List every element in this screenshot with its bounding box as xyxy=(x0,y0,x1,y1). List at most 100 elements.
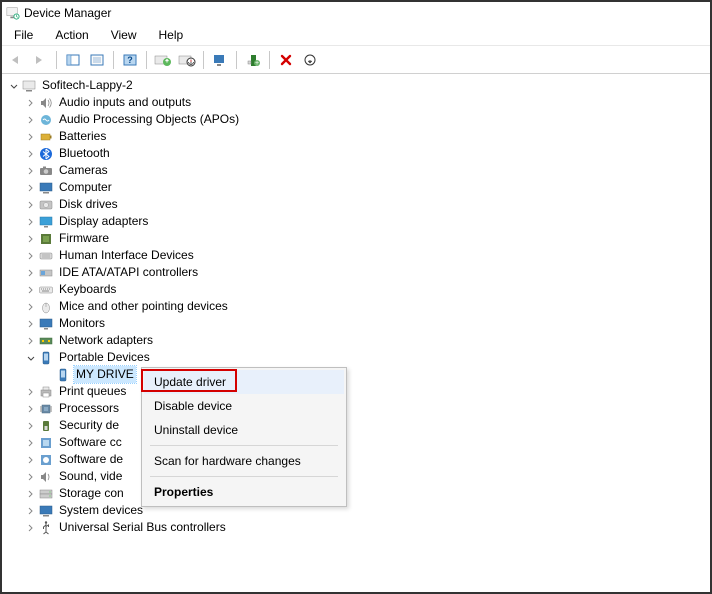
tree-node-battery[interactable]: Batteries xyxy=(8,128,710,145)
chevron-right-icon[interactable] xyxy=(25,165,37,177)
tree-node-label: MY DRIVE xyxy=(74,366,136,383)
storage-icon xyxy=(38,486,54,502)
ctx-scan-hardware[interactable]: Scan for hardware changes xyxy=(144,449,344,473)
chevron-right-icon[interactable] xyxy=(25,403,37,415)
tree-node-display[interactable]: Display adapters xyxy=(8,213,710,230)
chevron-down-icon[interactable] xyxy=(25,352,37,364)
toolbar: ? + xyxy=(2,46,710,74)
device-tree[interactable]: Sofitech-Lappy-2Audio inputs and outputs… xyxy=(2,74,710,536)
forward-button[interactable] xyxy=(28,49,52,71)
camera-icon xyxy=(38,163,54,179)
chevron-right-icon[interactable] xyxy=(25,199,37,211)
chevron-right-icon[interactable] xyxy=(25,131,37,143)
tree-node-apo[interactable]: Audio Processing Objects (APOs) xyxy=(8,111,710,128)
chevron-right-icon[interactable] xyxy=(25,250,37,262)
chevron-right-icon[interactable] xyxy=(25,267,37,279)
chevron-right-icon[interactable] xyxy=(25,318,37,330)
properties-button[interactable] xyxy=(85,49,109,71)
tree-node-keyboard[interactable]: Keyboards xyxy=(8,281,710,298)
chevron-right-icon[interactable] xyxy=(25,505,37,517)
tree-node-firmware[interactable]: Firmware xyxy=(8,230,710,247)
chevron-right-icon[interactable] xyxy=(25,182,37,194)
chevron-right-icon[interactable] xyxy=(25,301,37,313)
ctx-properties[interactable]: Properties xyxy=(144,480,344,504)
tree-node-label: Sound, vide xyxy=(57,468,124,485)
tree-node-cpu[interactable]: Processors xyxy=(8,400,710,417)
tree-node-usb[interactable]: Universal Serial Bus controllers xyxy=(8,519,710,536)
toolbar-separator xyxy=(269,51,270,69)
menu-action[interactable]: Action xyxy=(45,26,98,44)
tree-node-security[interactable]: Security de xyxy=(8,417,710,434)
toolbar-separator xyxy=(56,51,57,69)
ctx-disable-device[interactable]: Disable device xyxy=(144,394,344,418)
tree-node-hid[interactable]: Human Interface Devices xyxy=(8,247,710,264)
tree-node-storage[interactable]: Storage con xyxy=(8,485,710,502)
menu-help[interactable]: Help xyxy=(149,26,194,44)
usb-icon xyxy=(38,520,54,536)
ctx-update-driver[interactable]: Update driver xyxy=(144,370,344,394)
disable-device-button[interactable] xyxy=(175,49,199,71)
chevron-right-icon[interactable] xyxy=(25,437,37,449)
monitor-icon xyxy=(38,316,54,332)
chevron-down-icon[interactable] xyxy=(8,80,20,92)
show-hide-tree-button[interactable] xyxy=(61,49,85,71)
tree-node-label: Cameras xyxy=(57,162,110,179)
chevron-right-icon[interactable] xyxy=(25,233,37,245)
ctx-separator xyxy=(150,445,338,446)
uninstall-button[interactable] xyxy=(274,49,298,71)
tree-node-label: IDE ATA/ATAPI controllers xyxy=(57,264,200,281)
toolbar-separator xyxy=(203,51,204,69)
tree-node-disk[interactable]: Disk drives xyxy=(8,196,710,213)
drive-icon xyxy=(55,367,71,383)
tree-node-speaker[interactable]: Audio inputs and outputs xyxy=(8,94,710,111)
tree-node-ide[interactable]: IDE ATA/ATAPI controllers xyxy=(8,264,710,281)
tree-node-system[interactable]: System devices xyxy=(8,502,710,519)
enable-device-button[interactable] xyxy=(298,49,322,71)
chevron-right-icon[interactable] xyxy=(25,148,37,160)
tree-node-label: Processors xyxy=(57,400,121,417)
chevron-right-icon[interactable] xyxy=(25,335,37,347)
tree-node-mouse[interactable]: Mice and other pointing devices xyxy=(8,298,710,315)
tree-node-sw2[interactable]: Software de xyxy=(8,451,710,468)
tree-node-printer[interactable]: Print queues xyxy=(8,383,710,400)
tree-node-camera[interactable]: Cameras xyxy=(8,162,710,179)
menu-file[interactable]: File xyxy=(4,26,43,44)
ctx-uninstall-device[interactable]: Uninstall device xyxy=(144,418,344,442)
system-icon xyxy=(38,503,54,519)
chevron-right-icon[interactable] xyxy=(25,488,37,500)
tree-node-my-drive[interactable]: MY DRIVE xyxy=(8,366,710,383)
apo-icon xyxy=(38,112,54,128)
computer-icon xyxy=(38,180,54,196)
chevron-right-icon xyxy=(42,369,54,381)
add-drivers-button[interactable]: + xyxy=(241,49,265,71)
battery-icon xyxy=(38,129,54,145)
chevron-right-icon[interactable] xyxy=(25,386,37,398)
scan-hardware-button[interactable] xyxy=(208,49,232,71)
chevron-right-icon[interactable] xyxy=(25,454,37,466)
chevron-right-icon[interactable] xyxy=(25,216,37,228)
update-driver-button[interactable] xyxy=(151,49,175,71)
tree-node-monitor[interactable]: Monitors xyxy=(8,315,710,332)
tree-node-bt[interactable]: Bluetooth xyxy=(8,145,710,162)
tree-node-label: Mice and other pointing devices xyxy=(57,298,230,315)
help-button[interactable]: ? xyxy=(118,49,142,71)
root-icon xyxy=(21,78,37,94)
tree-node-root[interactable]: Sofitech-Lappy-2 xyxy=(8,77,710,94)
chevron-right-icon[interactable] xyxy=(25,420,37,432)
tree-node-net[interactable]: Network adapters xyxy=(8,332,710,349)
chevron-right-icon[interactable] xyxy=(25,471,37,483)
tree-node-sw1[interactable]: Software cc xyxy=(8,434,710,451)
toolbar-separator xyxy=(146,51,147,69)
tree-node-computer[interactable]: Computer xyxy=(8,179,710,196)
printer-icon xyxy=(38,384,54,400)
chevron-right-icon[interactable] xyxy=(25,114,37,126)
tree-node-portable[interactable]: Portable Devices xyxy=(8,349,710,366)
chevron-right-icon[interactable] xyxy=(25,522,37,534)
chevron-right-icon[interactable] xyxy=(25,97,37,109)
tree-node-label: Monitors xyxy=(57,315,107,332)
tree-node-sound[interactable]: Sound, vide xyxy=(8,468,710,485)
menu-view[interactable]: View xyxy=(101,26,147,44)
chevron-right-icon[interactable] xyxy=(25,284,37,296)
app-icon xyxy=(6,6,20,20)
back-button[interactable] xyxy=(4,49,28,71)
